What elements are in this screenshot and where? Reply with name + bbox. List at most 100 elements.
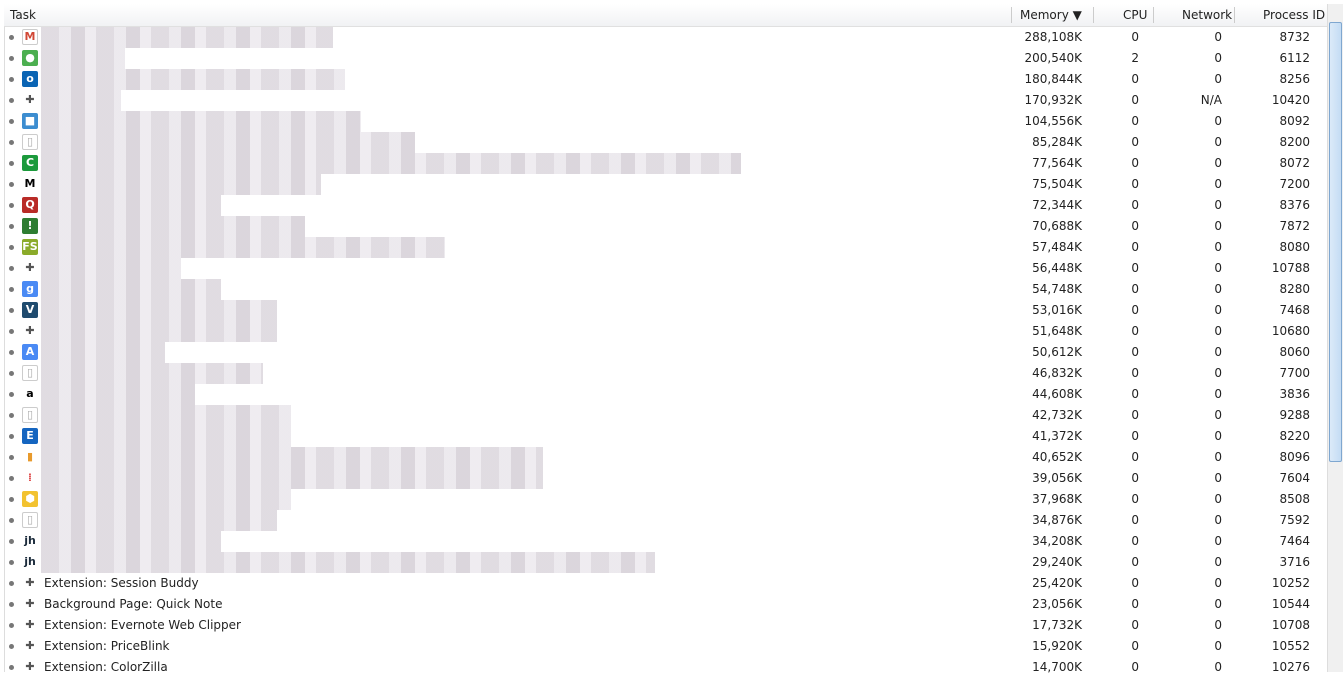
process-id-value: 7468 (1279, 303, 1310, 317)
bullet-icon (9, 518, 14, 523)
table-row[interactable]: ▯ 85,284K 0 0 8200 (5, 132, 1327, 153)
table-row[interactable]: ✚ Extension: ColorZilla 14,700K 0 0 10276 (5, 657, 1327, 678)
redacted-task-name (41, 174, 321, 195)
chrome-icon: ● (22, 50, 38, 66)
table-row[interactable]: ▯ 42,732K 0 0 9288 (5, 405, 1327, 426)
table-row[interactable]: ● 200,540K 2 0 6112 (5, 48, 1327, 69)
column-divider[interactable] (1011, 7, 1012, 23)
table-row[interactable]: ✚ Extension: PriceBlink 15,920K 0 0 10552 (5, 636, 1327, 657)
cpu-value: 0 (1131, 639, 1139, 653)
table-row[interactable]: o 180,844K 0 0 8256 (5, 69, 1327, 90)
scrollbar[interactable] (1327, 4, 1343, 672)
network-value: 0 (1214, 492, 1222, 506)
table-row[interactable]: jh 29,240K 0 0 3716 (5, 552, 1327, 573)
table-row[interactable]: V 53,016K 0 0 7468 (5, 300, 1327, 321)
process-id-value: 8080 (1279, 240, 1310, 254)
process-id-value: 8220 (1279, 429, 1310, 443)
redacted-task-name (41, 342, 165, 363)
column-process-id[interactable]: Process ID (1263, 8, 1325, 22)
table-row[interactable]: Q 72,344K 0 0 8376 (5, 195, 1327, 216)
table-row[interactable]: ! 70,688K 0 0 7872 (5, 216, 1327, 237)
process-id-value: 8060 (1279, 345, 1310, 359)
memory-value: 77,564K (1032, 156, 1082, 170)
bullet-icon (9, 182, 14, 187)
process-id-value: 8732 (1279, 30, 1310, 44)
cube-icon: ■ (22, 113, 38, 129)
column-divider[interactable] (1093, 7, 1094, 23)
bullet-icon (9, 371, 14, 376)
table-row[interactable]: ✚ Extension: Evernote Web Clipper 17,732K … (5, 615, 1327, 636)
memory-value: 15,920K (1032, 639, 1082, 653)
process-id-value: 9288 (1279, 408, 1310, 422)
page-icon: ▯ (22, 407, 38, 423)
table-row[interactable]: ▮ 40,652K 0 0 8096 (5, 447, 1327, 468)
redacted-task-name (41, 69, 345, 90)
process-id-value: 3716 (1279, 555, 1310, 569)
hexagon-icon: ⬢ (22, 491, 38, 507)
cpu-value: 0 (1131, 387, 1139, 401)
table-row[interactable]: g 54,748K 0 0 8280 (5, 279, 1327, 300)
cpu-value: 0 (1131, 366, 1139, 380)
table-row[interactable]: FS 57,484K 0 0 8080 (5, 237, 1327, 258)
scrollbar-thumb[interactable] (1329, 22, 1342, 462)
network-value: 0 (1214, 429, 1222, 443)
cpu-value: 0 (1131, 513, 1139, 527)
table-row[interactable]: ✚ Background Page: Quick Note 23,056K 0 0 … (5, 594, 1327, 615)
redacted-task-name (41, 300, 277, 321)
process-id-value: 6112 (1279, 51, 1310, 65)
memory-value: 40,652K (1032, 450, 1082, 464)
memory-value: 44,608K (1032, 387, 1082, 401)
memory-value: 57,484K (1032, 240, 1082, 254)
column-network[interactable]: Network (1182, 8, 1232, 22)
task-name: Background Page: Quick Note (44, 597, 223, 611)
bullet-icon (9, 623, 14, 628)
cpu-value: 0 (1131, 534, 1139, 548)
table-row[interactable]: ▯ 46,832K 0 0 7700 (5, 363, 1327, 384)
column-task[interactable]: Task (10, 8, 36, 22)
redacted-task-name (41, 216, 305, 237)
table-row[interactable]: M 75,504K 0 0 7200 (5, 174, 1327, 195)
bullet-icon (9, 245, 14, 250)
memory-value: 72,344K (1032, 198, 1082, 212)
redacted-task-name (41, 405, 291, 426)
memory-value: 50,612K (1032, 345, 1082, 359)
table-row[interactable]: a 44,608K 0 0 3836 (5, 384, 1327, 405)
puzzle-icon: ✚ (25, 261, 35, 274)
redacted-task-name (41, 195, 221, 216)
bullet-icon (9, 602, 14, 607)
network-value: 0 (1214, 618, 1222, 632)
bullet-icon (9, 665, 14, 670)
table-row[interactable]: ⁞ 39,056K 0 0 7604 (5, 468, 1327, 489)
table-header: Task Memory ▼ CPU Network Process ID (4, 4, 1327, 27)
table-row[interactable]: ✚ Extension: Session Buddy 25,420K 0 0 102… (5, 573, 1327, 594)
bullet-icon (9, 476, 14, 481)
table-row[interactable]: ▯ 34,876K 0 0 7592 (5, 510, 1327, 531)
task-name: Extension: Evernote Web Clipper (44, 618, 241, 632)
process-id-value: 7872 (1279, 219, 1310, 233)
table-row[interactable]: C 77,564K 0 0 8072 (5, 153, 1327, 174)
process-id-value: 8508 (1279, 492, 1310, 506)
memory-value: 29,240K (1032, 555, 1082, 569)
bullet-icon (9, 161, 14, 166)
redacted-task-name (41, 237, 445, 258)
table-row[interactable]: ■ 104,556K 0 0 8092 (5, 111, 1327, 132)
table-row[interactable]: E 41,372K 0 0 8220 (5, 426, 1327, 447)
column-memory[interactable]: Memory ▼ (1020, 8, 1082, 22)
table-row[interactable]: M 288,108K 0 0 8732 (5, 27, 1327, 48)
table-row[interactable]: A 50,612K 0 0 8060 (5, 342, 1327, 363)
column-cpu[interactable]: CPU (1123, 8, 1147, 22)
page-icon: ▯ (22, 512, 38, 528)
table-row[interactable]: jh 34,208K 0 0 7464 (5, 531, 1327, 552)
table-row[interactable]: ✚ 170,932K 0 N/A 10420 (5, 90, 1327, 111)
cpu-value: 0 (1131, 93, 1139, 107)
redacted-task-name (41, 321, 277, 342)
column-divider[interactable] (1234, 7, 1235, 23)
cpu-value: 0 (1131, 261, 1139, 275)
table-row[interactable]: ⬢ 37,968K 0 0 8508 (5, 489, 1327, 510)
table-row[interactable]: ✚ 51,648K 0 0 10680 (5, 321, 1327, 342)
table-row[interactable]: ✚ 56,448K 0 0 10788 (5, 258, 1327, 279)
redacted-task-name (41, 279, 221, 300)
column-divider[interactable] (1153, 7, 1154, 23)
memory-value: 288,108K (1024, 30, 1083, 44)
network-value: 0 (1214, 30, 1222, 44)
